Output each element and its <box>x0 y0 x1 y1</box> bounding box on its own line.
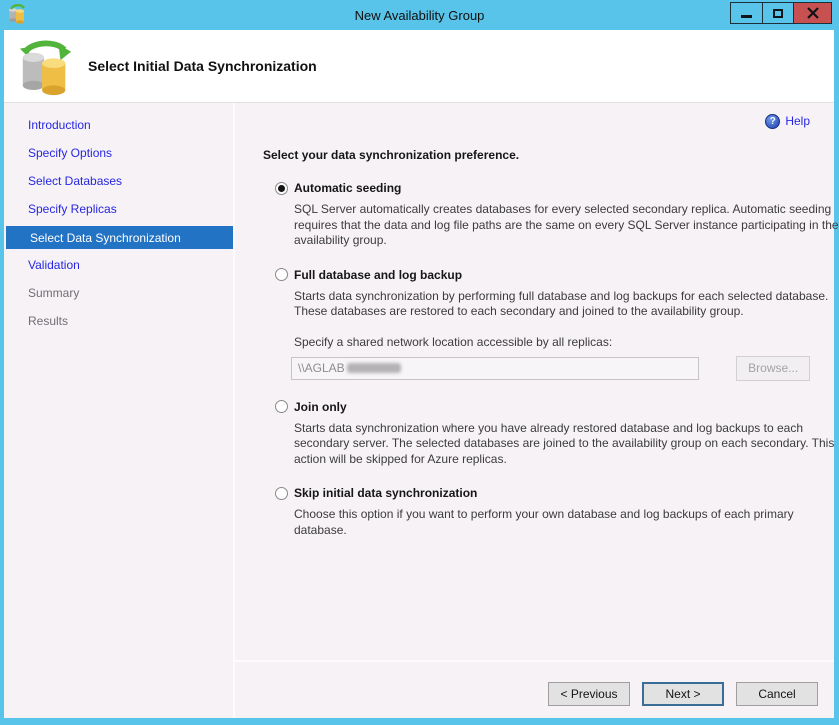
share-location-input: \\AGLAB <box>291 357 699 380</box>
sidebar-item-select-databases[interactable]: Select Databases <box>4 167 233 195</box>
minimize-button[interactable] <box>731 3 762 23</box>
app-database-sync-icon <box>8 4 26 24</box>
cancel-button[interactable]: Cancel <box>736 682 818 706</box>
sidebar-item-results: Results <box>4 307 233 335</box>
option-description: Starts data synchronization where you ha… <box>294 421 839 468</box>
titlebar: New Availability Group <box>0 0 839 30</box>
help-label: Help <box>785 114 810 128</box>
option-label[interactable]: Skip initial data synchronization <box>294 486 477 500</box>
option-head: Skip initial data synchronization <box>263 486 810 500</box>
join-only-radio[interactable] <box>275 400 288 413</box>
option-head: Join only <box>263 400 810 414</box>
option-join-only: Join only Starts data synchronization wh… <box>263 400 810 468</box>
option-description: Starts data synchronization by performin… <box>294 289 839 320</box>
database-sync-icon <box>16 39 74 97</box>
help-icon <box>765 114 780 129</box>
main-content: Help Select your data synchronization pr… <box>235 103 834 660</box>
redacted-text <box>347 363 401 373</box>
automatic-seeding-radio[interactable] <box>275 182 288 195</box>
wizard-footer: < Previous Next > Cancel <box>235 660 834 718</box>
wizard-header: Select Initial Data Synchronization <box>4 30 834 103</box>
sidebar-item-specify-options[interactable]: Specify Options <box>4 139 233 167</box>
browse-button: Browse... <box>736 356 810 381</box>
share-location-label: Specify a shared network location access… <box>294 335 810 349</box>
close-button[interactable] <box>793 3 831 23</box>
maximize-icon <box>773 9 783 18</box>
share-location-value: \\AGLAB <box>298 361 345 375</box>
share-location-row: \\AGLAB Browse... <box>291 356 810 381</box>
page-title: Select Initial Data Synchronization <box>88 58 317 74</box>
option-description: Choose this option if you want to perfor… <box>294 507 839 538</box>
option-label[interactable]: Automatic seeding <box>294 181 401 195</box>
next-button[interactable]: Next > <box>642 682 724 706</box>
wizard-steps-sidebar: Introduction Specify Options Select Data… <box>4 103 233 718</box>
close-icon <box>807 7 819 19</box>
full-backup-radio[interactable] <box>275 268 288 281</box>
sync-preference-prompt: Select your data synchronization prefere… <box>263 148 810 162</box>
maximize-button[interactable] <box>762 3 793 23</box>
main-panel: Help Select your data synchronization pr… <box>233 103 834 718</box>
skip-sync-radio[interactable] <box>275 487 288 500</box>
option-label[interactable]: Join only <box>294 400 347 414</box>
option-head: Full database and log backup <box>263 268 810 282</box>
wizard-body: Introduction Specify Options Select Data… <box>4 103 834 718</box>
option-full-backup: Full database and log backup Starts data… <box>263 268 810 381</box>
minimize-icon <box>741 15 752 18</box>
sidebar-item-specify-replicas[interactable]: Specify Replicas <box>4 195 233 223</box>
option-head: Automatic seeding <box>263 181 810 195</box>
option-automatic-seeding: Automatic seeding SQL Server automatical… <box>263 181 810 249</box>
option-skip-sync: Skip initial data synchronization Choose… <box>263 486 810 538</box>
help-row: Help <box>263 111 810 131</box>
sidebar-item-select-data-synchronization[interactable]: Select Data Synchronization <box>6 226 233 249</box>
window-title: New Availability Group <box>0 8 839 23</box>
dialog-frame: Select Initial Data Synchronization Intr… <box>4 30 834 718</box>
previous-button[interactable]: < Previous <box>548 682 630 706</box>
new-availability-group-window: New Availability Group <box>0 0 839 725</box>
option-description: SQL Server automatically creates databas… <box>294 202 839 249</box>
option-label[interactable]: Full database and log backup <box>294 268 462 282</box>
help-link[interactable]: Help <box>765 114 810 129</box>
sidebar-item-summary: Summary <box>4 279 233 307</box>
sidebar-item-introduction[interactable]: Introduction <box>4 111 233 139</box>
window-controls <box>730 2 832 24</box>
sidebar-item-validation[interactable]: Validation <box>4 251 233 279</box>
